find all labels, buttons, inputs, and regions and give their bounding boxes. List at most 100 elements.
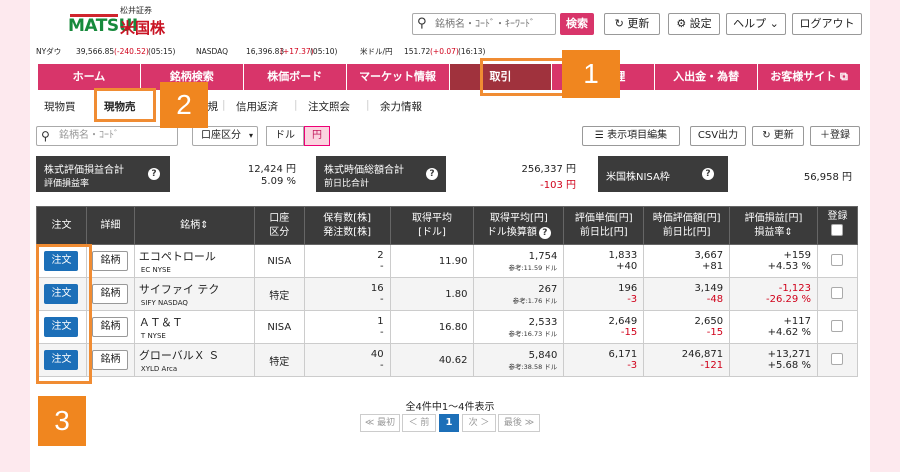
detail-button[interactable]: 銘柄 [92, 284, 129, 304]
price-change: -15 [620, 327, 638, 338]
avg-cell: 1.80 [389, 277, 475, 311]
account-cell: 特定 [253, 277, 305, 311]
nav-customer-label: お客様サイト [770, 70, 837, 83]
nav-home[interactable]: ホーム [38, 64, 141, 90]
pager-summary: 全4件中1～4件表示 [405, 402, 495, 413]
subnav-margin-close[interactable]: 信用返済 [236, 99, 278, 114]
avg-yen-value: 5,840 [528, 349, 558, 361]
refresh-icon: ↻ [614, 17, 628, 30]
row-checkbox[interactable] [831, 352, 844, 365]
detail-button[interactable]: 銘柄 [92, 251, 129, 271]
summary-value: 12,424 円 [247, 164, 296, 175]
table-row: 注文 銘柄 サイファイ テク SIFY NASDAQ 特定 16-1.80 267 参考:1.… [36, 277, 859, 311]
register-button[interactable]: ＋登録 [810, 126, 860, 146]
select-all-checkbox[interactable] [831, 224, 844, 236]
display-edit-label: 表示項目編集 [607, 130, 668, 141]
stock-name[interactable]: ＡＴ＆Ｔ [135, 314, 254, 330]
subnav-orders[interactable]: 注文照会 [308, 99, 350, 114]
sort-icon: ⇕ [200, 219, 209, 231]
subnav-capacity[interactable]: 余力情報 [380, 99, 422, 114]
nav-deposit[interactable]: 入出金・為替 [655, 64, 759, 90]
holdings-table: 注文 詳細 銘柄⇕ 口座 区分 保有数[株] 発注数[株] 取得平均 [ドル] … [36, 206, 859, 377]
summary-value: -103 円 [540, 180, 576, 191]
stock-market: NASDAQ [157, 299, 188, 307]
mv-value: 3,667 [694, 250, 724, 261]
yen-toggle[interactable]: 円 [304, 126, 330, 146]
col-account[interactable]: 口座 区分 [253, 206, 305, 245]
col-name[interactable]: 銘柄⇕ [133, 206, 255, 245]
name-cell[interactable]: グローバルＸ Ｓ XYLD Arca [133, 343, 255, 377]
logout-button[interactable]: ログアウト [792, 13, 862, 35]
detail-button[interactable]: 銘柄 [92, 317, 129, 337]
stock-code: XYLD [140, 365, 160, 373]
col-avg-yen: 取得平均[円] ドル換算額? [473, 206, 565, 245]
summary-label: 米国株NISA枠 [606, 172, 670, 183]
stock-name[interactable]: サイファイ テク [135, 281, 254, 297]
reg-cell [816, 244, 859, 278]
help-icon[interactable]: ? [538, 226, 551, 239]
sort-icon: ⇕ [784, 226, 793, 238]
csv-button[interactable]: CSV出力 [690, 126, 746, 146]
row-checkbox[interactable] [831, 319, 844, 332]
toolbar: ⚲ 銘柄名・ｺｰﾄﾞ 口座区分 ▾ ドル 円 ☰ 表示項目編集 CSV出力 ↻ 更新… [30, 124, 870, 148]
account-type-select[interactable]: 口座区分 ▾ [192, 126, 258, 146]
pager-next[interactable]: 次 ＞ [462, 414, 496, 432]
price-value: 196 [618, 283, 638, 294]
name-cell[interactable]: ＡＴ＆Ｔ T NYSE [133, 310, 255, 344]
refresh-icon: ↻ [762, 130, 774, 141]
row-checkbox[interactable] [831, 253, 844, 266]
display-edit-button[interactable]: ☰ 表示項目編集 [582, 126, 680, 146]
mv-value: 3,149 [694, 283, 724, 294]
header-refresh-button[interactable]: ↻ 更新 [604, 13, 660, 35]
stock-code: SIFY [140, 299, 156, 307]
header-search-input[interactable] [435, 16, 553, 32]
qty-cell: 1- [303, 310, 391, 344]
ticker-change: (+0.07) [430, 47, 459, 56]
chevron-down-icon: ⌄ [766, 17, 779, 30]
price-cell: 6,171 -3 [563, 343, 645, 377]
pager-prev[interactable]: ＜ 前 [402, 414, 436, 432]
nav-market[interactable]: マーケット情報 [347, 64, 450, 90]
name-cell[interactable]: サイファイ テク SIFY NASDAQ [133, 277, 255, 311]
search-button[interactable]: 検索 [560, 13, 594, 35]
detail-cell: 銘柄 [85, 277, 135, 311]
avg-cell: 16.80 [389, 310, 475, 344]
dollar-toggle[interactable]: ドル [266, 126, 304, 146]
nav-customer-site[interactable]: お客様サイト ⧉ [758, 64, 860, 90]
detail-cell: 銘柄 [85, 244, 135, 278]
pl-rate: +4.62 % [767, 327, 811, 338]
mv-cell: 246,871 -121 [643, 343, 731, 377]
pager-first[interactable]: ≪ 最初 [360, 414, 400, 432]
summary-value: 256,337 円 [521, 164, 576, 175]
price-change: -3 [627, 294, 638, 305]
account-type-label: 口座区分 [201, 130, 241, 141]
mv-cell: 3,667 +81 [643, 244, 731, 278]
help-button[interactable]: ヘルプ ⌄ [726, 13, 786, 35]
qty-value: 16 [370, 283, 384, 294]
pager-last[interactable]: 最後 ≫ [498, 414, 540, 432]
table-row: 注文 銘柄 エコペトロール EC NYSE NISA 2-11.90 1,754 参考:11.… [36, 244, 859, 278]
avg-yen-cell: 5,840 参考:38.58 ドル [473, 343, 565, 377]
ordered-value: - [379, 360, 384, 371]
logo[interactable]: 松井証券 MATSUI 米国株 [68, 4, 178, 40]
nav-board[interactable]: 株価ボード [244, 64, 347, 90]
row-checkbox[interactable] [831, 286, 844, 299]
header-search[interactable]: ⚲ [412, 13, 556, 35]
refresh-button[interactable]: ↻ 更新 [752, 126, 804, 146]
help-icon[interactable]: ? [426, 168, 438, 180]
col-pl[interactable]: 評価損益[円] 損益率⇕ [729, 206, 818, 245]
name-cell[interactable]: エコペトロール EC NYSE [133, 244, 255, 278]
stock-name[interactable]: エコペトロール [135, 248, 254, 264]
help-icon[interactable]: ? [702, 168, 714, 180]
subnav-buy[interactable]: 現物買 [44, 99, 76, 114]
qty-value: 40 [370, 349, 384, 360]
help-icon[interactable]: ? [148, 168, 160, 180]
account-cell: 特定 [253, 343, 305, 377]
pager-current[interactable]: 1 [439, 414, 459, 432]
mv-value: 2,650 [694, 316, 724, 327]
stock-search-input[interactable]: ⚲ 銘柄名・ｺｰﾄﾞ [36, 126, 178, 146]
settings-button[interactable]: ⚙ 設定 [668, 13, 720, 35]
detail-button[interactable]: 銘柄 [92, 350, 129, 370]
price-cell: 2,649 -15 [563, 310, 645, 344]
stock-name[interactable]: グローバルＸ Ｓ [135, 347, 254, 363]
